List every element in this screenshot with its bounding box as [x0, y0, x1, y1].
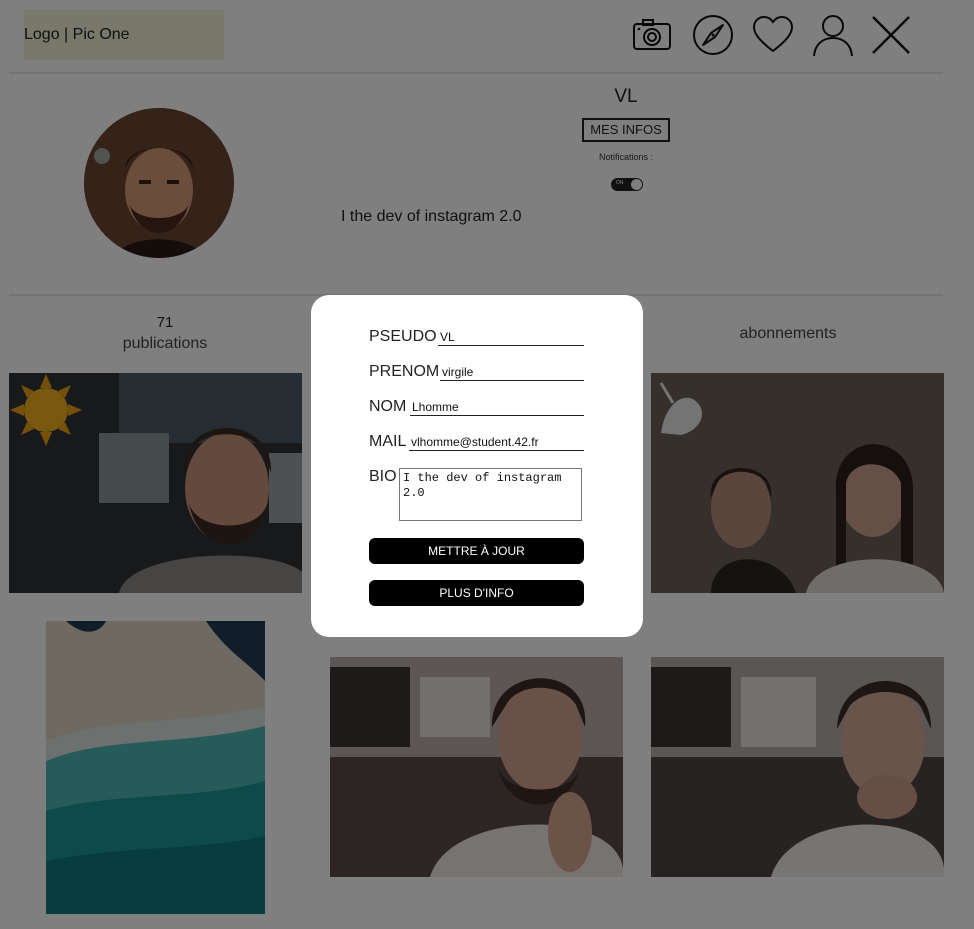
pseudo-input[interactable] [438, 328, 584, 346]
nom-input[interactable] [410, 398, 584, 416]
bio-textarea[interactable]: I the dev of instagram 2.0 [399, 468, 582, 521]
edit-profile-modal: PSEUDO PRENOM NOM MAIL BIO I the dev of … [311, 295, 643, 637]
mail-label: MAIL [369, 433, 407, 450]
pseudo-label: PSEUDO [369, 328, 437, 345]
more-info-button[interactable]: PLUS D'INFO [369, 580, 584, 606]
update-button[interactable]: METTRE À JOUR [369, 538, 584, 564]
prenom-label: PRENOM [369, 363, 440, 380]
prenom-input[interactable] [440, 363, 584, 381]
nom-label: NOM [369, 398, 407, 415]
mail-input[interactable] [409, 433, 584, 451]
bio-label: BIO [369, 468, 397, 485]
